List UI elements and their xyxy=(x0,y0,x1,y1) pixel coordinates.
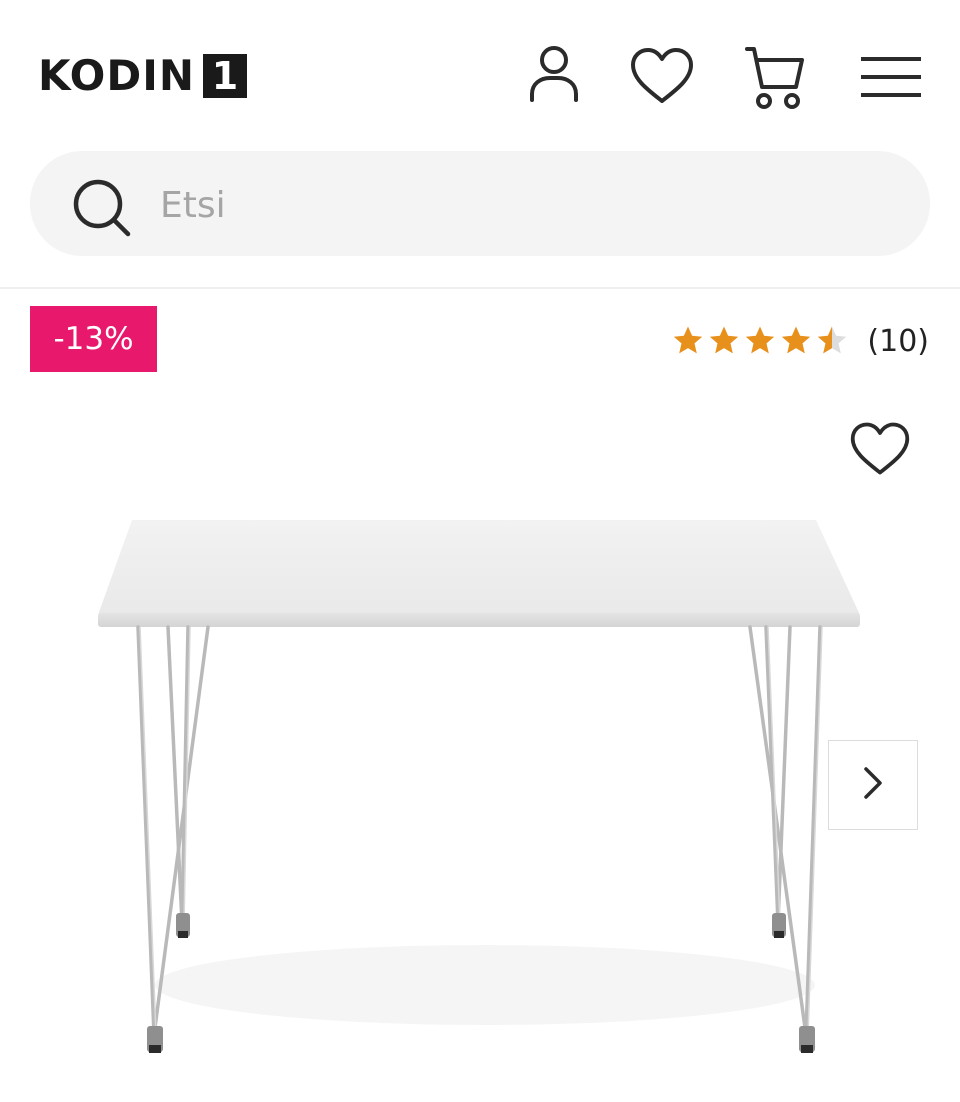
search-icon[interactable] xyxy=(70,176,134,244)
chevron-right-icon xyxy=(860,765,886,805)
logo-box: 1 xyxy=(203,54,248,98)
product-image[interactable] xyxy=(90,505,880,1069)
user-icon[interactable] xyxy=(525,42,583,108)
next-image-button[interactable] xyxy=(828,740,918,830)
heart-icon[interactable] xyxy=(628,46,696,110)
discount-badge: -13% xyxy=(30,306,157,372)
star-icon xyxy=(782,326,811,354)
half-star-icon xyxy=(818,326,847,354)
star-icon xyxy=(746,326,775,354)
divider xyxy=(0,287,960,289)
menu-icon[interactable] xyxy=(860,55,922,103)
product-rating[interactable]: (10) xyxy=(671,318,929,364)
rating-stars xyxy=(671,324,849,358)
cart-icon[interactable] xyxy=(744,44,808,114)
kodin1-logo[interactable]: KODIN 1 xyxy=(38,51,248,100)
search-bar[interactable] xyxy=(30,151,930,256)
site-header: KODIN 1 xyxy=(0,0,960,150)
star-icon xyxy=(710,326,739,354)
review-count[interactable]: (10) xyxy=(867,324,929,359)
wishlist-heart-icon[interactable] xyxy=(848,420,912,482)
logo-text: KODIN xyxy=(38,51,196,100)
star-icon xyxy=(674,326,703,354)
search-input[interactable] xyxy=(158,177,882,233)
